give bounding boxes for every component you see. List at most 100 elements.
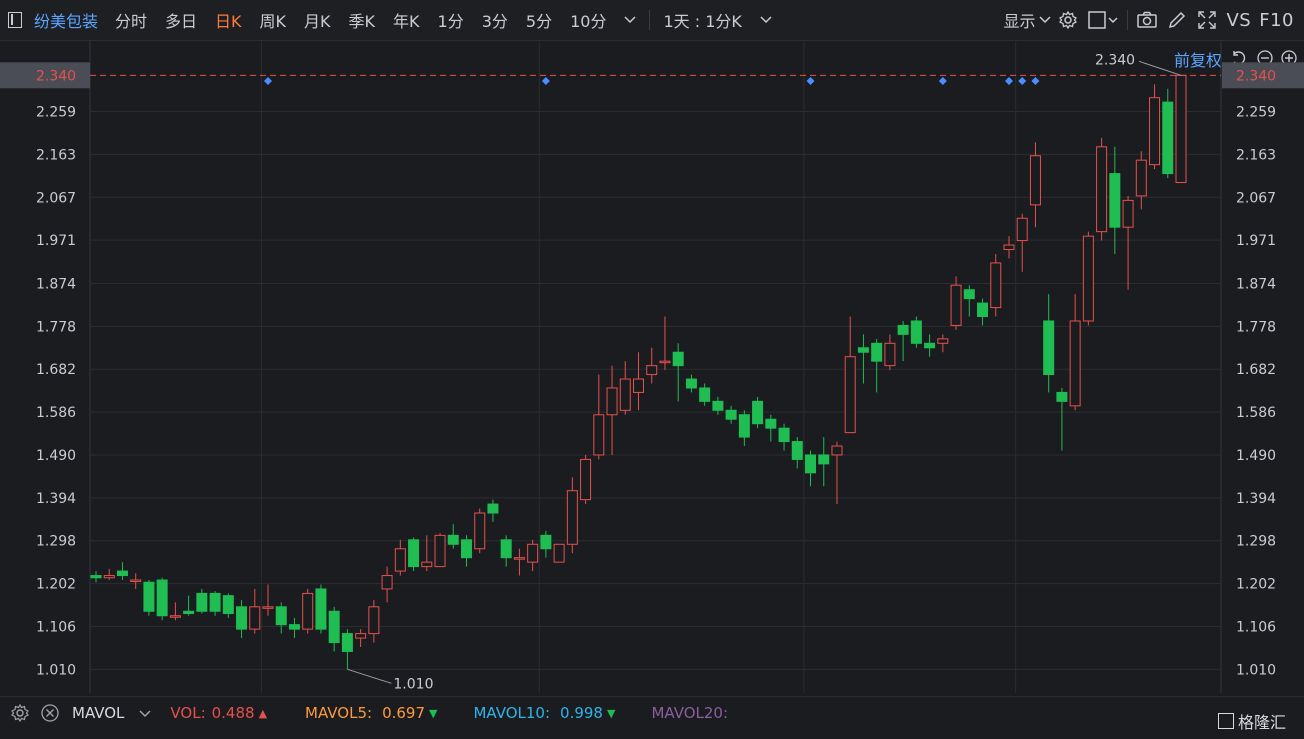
candle-body xyxy=(566,490,578,545)
candlestick-chart[interactable]: 2.340 2.259 2.163 2.067 1.971 1.874 1.778 1.682… xyxy=(0,41,1304,695)
candle-body xyxy=(196,592,208,612)
candle-body xyxy=(633,378,644,393)
y-tick-label-left: 2.067 xyxy=(36,190,76,206)
vol-label: VOL: xyxy=(170,704,206,722)
candle-body xyxy=(1135,159,1147,197)
tab-5min[interactable]: 5分 xyxy=(517,8,561,32)
candle-body xyxy=(169,615,181,618)
gear-icon[interactable] xyxy=(1053,5,1083,35)
candle-body xyxy=(249,606,261,630)
current-price-label-left: 2.340 xyxy=(36,68,76,84)
vol-value: 0.488 xyxy=(211,704,255,722)
candle-body xyxy=(328,610,340,644)
high-annotation-line xyxy=(1138,60,1182,76)
candle-body xyxy=(434,534,446,568)
chevron-down-icon[interactable] xyxy=(751,5,781,35)
candle-body xyxy=(236,606,248,630)
candle-body xyxy=(672,351,684,367)
candle-body xyxy=(1029,155,1041,206)
pencil-icon[interactable] xyxy=(1162,5,1192,35)
candle-body xyxy=(368,606,380,635)
tab-1min[interactable]: 1分 xyxy=(429,8,473,32)
display-menu[interactable]: 显示 xyxy=(994,8,1037,32)
current-price-label-right: 2.340 xyxy=(1236,68,1276,84)
y-tick-label-left: 1.682 xyxy=(36,362,76,378)
candle-body xyxy=(606,387,618,416)
low-annotation-line xyxy=(347,668,392,684)
volume-indicator-bar: MAVOL VOL: 0.488 ▲ MAVOL5: 0.697 ▼ MAVOL… xyxy=(0,696,1304,729)
close-icon[interactable] xyxy=(40,703,60,723)
candle-body xyxy=(738,414,750,438)
candle-body xyxy=(447,534,459,545)
tab-daily-k[interactable]: 日K xyxy=(206,8,251,32)
candle-body xyxy=(460,539,472,559)
event-marker-icon xyxy=(1004,77,1013,85)
y-tick-label-left: 1.106 xyxy=(36,619,76,635)
candle-body xyxy=(712,400,724,411)
fullscreen-icon[interactable] xyxy=(1192,5,1222,35)
candle-body xyxy=(103,575,115,579)
vs-button[interactable]: VS xyxy=(1222,10,1255,31)
y-tick-label-left: 1.298 xyxy=(36,534,76,550)
tab-3min[interactable]: 3分 xyxy=(473,8,517,32)
event-marker-icon xyxy=(806,77,815,85)
y-tick-label-right: 1.202 xyxy=(1236,577,1276,593)
candle-body xyxy=(315,588,327,630)
tab-intraday[interactable]: 分时 xyxy=(106,8,156,32)
candle-body xyxy=(1003,244,1015,251)
candle-body xyxy=(950,284,962,326)
divider xyxy=(1127,10,1129,30)
candle-body xyxy=(513,557,525,560)
layout-box-icon[interactable] xyxy=(1083,5,1123,35)
candles xyxy=(90,74,1187,670)
candle-body xyxy=(1175,74,1187,184)
camera-icon[interactable] xyxy=(1132,5,1162,35)
candle-body xyxy=(593,414,605,456)
tab-weekly-k[interactable]: 周K xyxy=(251,8,296,32)
candle-body xyxy=(990,262,1002,309)
candle-body xyxy=(963,289,975,300)
candle-body xyxy=(818,454,830,465)
y-axis-left: 2.340 2.259 2.163 2.067 1.971 1.874 1.778 1.682… xyxy=(0,62,90,678)
tab-yearly-k[interactable]: 年K xyxy=(384,8,429,32)
candle-body xyxy=(619,378,631,411)
sidebar-toggle-icon[interactable] xyxy=(8,12,22,28)
stock-name[interactable]: 纷美包装 xyxy=(28,8,106,32)
y-tick-label-right: 1.010 xyxy=(1236,662,1276,678)
mavol5-value: 0.697 xyxy=(382,704,426,722)
candle-body xyxy=(791,441,803,460)
candle-body xyxy=(699,387,711,402)
tab-10min[interactable]: 10分 xyxy=(561,8,615,32)
candle-body xyxy=(474,512,486,550)
candle-body xyxy=(1082,235,1094,322)
candle-body xyxy=(130,579,142,583)
y-tick-label-left: 1.778 xyxy=(36,319,76,335)
tab-quarterly-k[interactable]: 季K xyxy=(340,8,385,32)
candle-body xyxy=(394,548,406,572)
candle-body xyxy=(977,302,989,318)
candle-body xyxy=(910,320,922,344)
gear-icon[interactable] xyxy=(10,703,30,723)
y-tick-label-right: 1.106 xyxy=(1236,619,1276,635)
y-tick-label-right: 1.778 xyxy=(1236,319,1276,335)
chevron-down-icon[interactable] xyxy=(138,703,158,723)
candle-body xyxy=(685,378,697,389)
y-tick-label-left: 2.163 xyxy=(36,147,76,163)
candle-body xyxy=(288,624,300,630)
chevron-down-icon[interactable] xyxy=(1037,5,1053,35)
candle-body xyxy=(500,539,512,559)
indicator-name[interactable]: MAVOL xyxy=(72,704,124,722)
tab-monthly-k[interactable]: 月K xyxy=(295,8,340,32)
y-tick-label-right: 1.971 xyxy=(1236,233,1276,249)
candle-body xyxy=(897,324,909,335)
candle-body xyxy=(355,633,367,639)
range-select[interactable]: 1天 : 1分K xyxy=(654,8,750,32)
candle-body xyxy=(580,458,592,501)
candle-body xyxy=(302,592,314,630)
f10-button[interactable]: F10 xyxy=(1255,10,1304,31)
candle-body xyxy=(1043,320,1055,376)
candle-body xyxy=(871,342,883,362)
chevron-down-icon[interactable] xyxy=(615,5,645,35)
candle-body xyxy=(778,427,790,443)
tab-multi-day[interactable]: 多日 xyxy=(156,8,206,32)
